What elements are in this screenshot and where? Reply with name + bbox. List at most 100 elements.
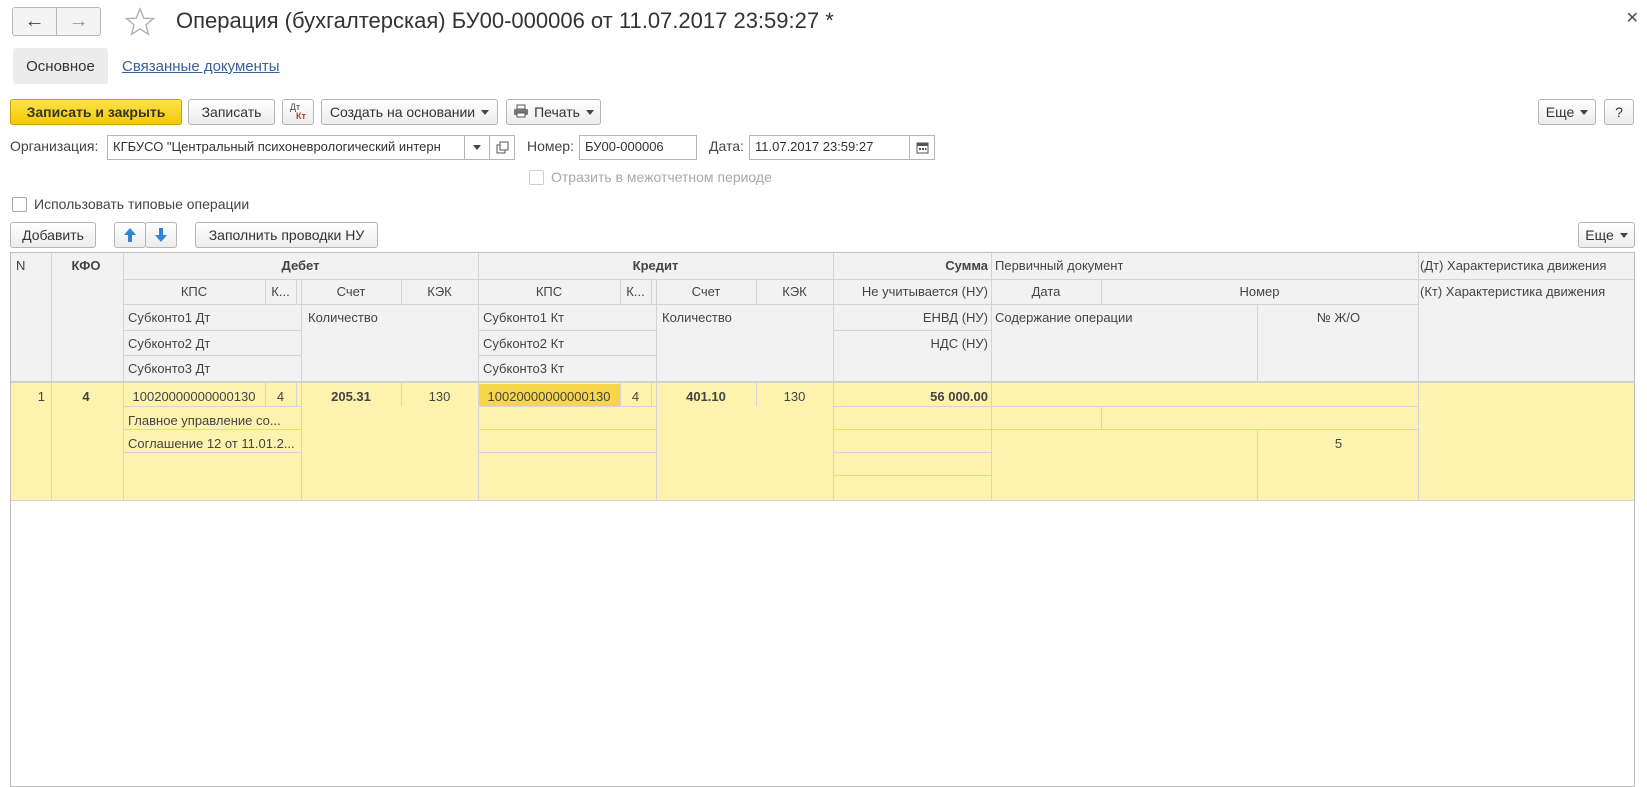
row-dt-kps[interactable]: 10020000000000130 (123, 389, 265, 404)
table-more-label: Еще (1585, 227, 1614, 243)
row-kfo[interactable]: 4 (51, 389, 121, 404)
header-dt-k[interactable]: К... (265, 284, 296, 299)
create-based-on-button[interactable]: Создать на основании (321, 99, 498, 125)
header-kt-kps[interactable]: КПС (478, 284, 620, 299)
printer-icon (513, 104, 529, 121)
header-kt-k[interactable]: К... (620, 284, 651, 299)
back-button[interactable]: ← (12, 7, 57, 36)
number-field[interactable]: БУ00-000006 (579, 135, 697, 160)
chevron-down-icon (585, 109, 594, 115)
table-more-button[interactable]: Еще (1578, 222, 1635, 248)
row-zho[interactable]: 5 (1259, 436, 1418, 451)
save-button[interactable]: Записать (188, 99, 275, 125)
forward-button[interactable]: → (56, 7, 101, 36)
grid-line (833, 429, 991, 430)
close-icon[interactable]: ✕ (1626, 8, 1639, 28)
grid-line (296, 279, 297, 304)
header-kt-characteristic[interactable]: (Кт) Характеристика движения (1420, 284, 1632, 299)
open-icon (496, 141, 508, 154)
print-button[interactable]: Печать (506, 99, 601, 125)
interperiod-checkbox[interactable] (529, 170, 544, 185)
header-sub2kt[interactable]: Субконто2 Кт (483, 336, 564, 351)
organization-open-button[interactable] (489, 135, 515, 160)
grid-line (833, 452, 991, 453)
header-doc-number[interactable]: Номер (1101, 284, 1418, 299)
grid-line (991, 253, 992, 500)
header-sub1dt[interactable]: Субконто1 Дт (128, 310, 210, 325)
grid-line (651, 279, 652, 304)
dt-kt-button[interactable]: Дт Кт (282, 99, 314, 125)
organization-label: Организация: (10, 138, 99, 154)
favorite-star-icon[interactable] (124, 6, 156, 41)
grid-line (620, 383, 621, 406)
header-soderzhanie[interactable]: Содержание операции (995, 310, 1133, 325)
typical-operations-label: Использовать типовые операции (34, 196, 250, 212)
date-field[interactable]: 11.07.2017 23:59:27 (749, 135, 910, 160)
entries-table[interactable]: N КФО Дебет Кредит Сумма Первичный докум… (10, 252, 1635, 787)
grid-line (991, 429, 1418, 430)
move-up-button[interactable] (114, 222, 146, 248)
header-envd[interactable]: ЕНВД (НУ) (833, 310, 988, 325)
grid-line (301, 279, 302, 500)
more-button[interactable]: Еще (1538, 99, 1596, 125)
grid-line (833, 330, 991, 331)
grid-line (833, 475, 991, 476)
header-n[interactable]: N (16, 258, 25, 273)
header-dt-kek[interactable]: КЭК (401, 284, 478, 299)
grid-line (991, 406, 1418, 407)
grid-line (756, 383, 757, 406)
header-zho[interactable]: № Ж/О (1259, 310, 1418, 325)
header-kfo[interactable]: КФО (51, 258, 121, 273)
row-kt-kps[interactable]: 10020000000000130 (478, 389, 620, 404)
grid-line (478, 429, 656, 430)
header-dt-characteristic[interactable]: (Дт) Характеристика движения (1420, 258, 1632, 273)
add-row-button[interactable]: Добавить (10, 222, 96, 248)
calendar-icon (916, 142, 928, 154)
header-kt-kolichestvo[interactable]: Количество (662, 310, 732, 325)
tab-related-documents[interactable]: Связанные документы (122, 58, 280, 75)
row-sub2dt[interactable]: Соглашение 12 от 11.01.2... (128, 436, 298, 451)
header-doc-date[interactable]: Дата (991, 284, 1101, 299)
header-dt-schet[interactable]: Счет (301, 284, 401, 299)
grid-line (123, 355, 301, 356)
save-and-close-button[interactable]: Записать и закрыть (10, 99, 182, 125)
organization-field[interactable]: КГБУСО "Центральный психоневрологический… (107, 135, 465, 160)
typical-operations-checkbox[interactable] (12, 197, 27, 212)
header-dt-kolichestvo[interactable]: Количество (308, 310, 378, 325)
print-label: Печать (534, 104, 580, 120)
row-kt-kek[interactable]: 130 (756, 389, 833, 404)
header-kt-kek[interactable]: КЭК (756, 284, 833, 299)
header-sub1kt[interactable]: Субконто1 Кт (483, 310, 564, 325)
header-dt-kps[interactable]: КПС (123, 284, 265, 299)
row-dt-k[interactable]: 4 (265, 389, 296, 404)
row-kt-schet[interactable]: 401.10 (656, 389, 756, 404)
row-dt-schet[interactable]: 205.31 (301, 389, 401, 404)
page-title: Операция (бухгалтерская) БУ00-000006 от … (176, 8, 834, 33)
help-button[interactable]: ? (1604, 99, 1634, 125)
grid-line (265, 279, 266, 304)
grid-line (478, 330, 656, 331)
arrow-left-icon: ← (24, 10, 45, 32)
header-kt-schet[interactable]: Счет (656, 284, 756, 299)
header-summa[interactable]: Сумма (833, 258, 988, 273)
row-sub1dt[interactable]: Главное управление со... (128, 413, 298, 428)
tab-main[interactable]: Основное (13, 48, 108, 84)
organization-dropdown-button[interactable] (464, 135, 490, 160)
arrow-right-icon: → (68, 10, 89, 32)
grid-line (11, 382, 1634, 383)
header-ne-uchit[interactable]: Не учитывается (НУ) (833, 284, 988, 299)
date-picker-button[interactable] (909, 135, 935, 160)
grid-line (123, 279, 1634, 280)
row-kt-k[interactable]: 4 (620, 389, 651, 404)
header-nds[interactable]: НДС (НУ) (833, 336, 989, 351)
row-dt-kek[interactable]: 130 (401, 389, 478, 404)
arrow-up-icon (124, 228, 136, 242)
header-sub3kt[interactable]: Субконто3 Кт (483, 361, 564, 376)
grid-line (478, 253, 479, 500)
row-summa[interactable]: 56 000.00 (833, 389, 988, 404)
header-sub3dt[interactable]: Субконто3 Дт (128, 361, 210, 376)
move-down-button[interactable] (145, 222, 177, 248)
fill-nu-entries-button[interactable]: Заполнить проводки НУ (195, 222, 378, 248)
grid-line (123, 253, 124, 500)
header-sub2dt[interactable]: Субконто2 Дт (128, 336, 210, 351)
